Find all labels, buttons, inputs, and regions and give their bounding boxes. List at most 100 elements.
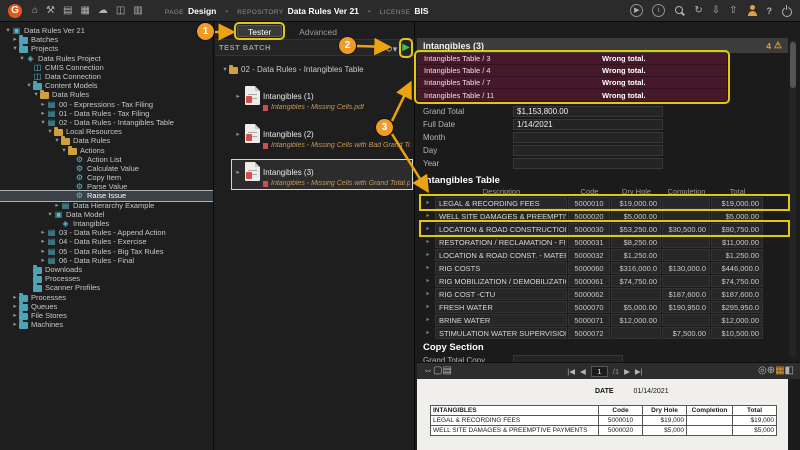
completion-cell[interactable]: $130,000.0 xyxy=(662,262,710,274)
filter-icon[interactable] xyxy=(393,42,398,56)
expander-icon[interactable] xyxy=(18,54,26,63)
dry-hole-cell[interactable]: $74,750.00 xyxy=(611,275,661,287)
tree-item[interactable]: Projects xyxy=(0,44,213,53)
prev-page-icon[interactable]: ◀ xyxy=(580,367,586,376)
expander-icon[interactable] xyxy=(46,127,54,136)
expander-icon[interactable] xyxy=(4,26,12,35)
expander-icon[interactable] xyxy=(11,320,19,329)
row-expander-icon[interactable] xyxy=(421,212,435,219)
expander-icon[interactable] xyxy=(11,35,19,44)
total-cell[interactable]: $19,000.00 xyxy=(711,197,763,209)
completion-cell[interactable]: $7,500.00 xyxy=(662,327,710,339)
expander-icon[interactable] xyxy=(32,90,40,99)
page-number-input[interactable]: 1 xyxy=(591,366,608,377)
extract-icon[interactable] xyxy=(775,364,784,378)
expander-icon[interactable] xyxy=(39,247,47,256)
refresh-icon[interactable] xyxy=(385,42,393,56)
tree-item[interactable]: CMIS Connection xyxy=(0,63,213,72)
code-cell[interactable]: 5000010 xyxy=(568,197,610,209)
expander-icon[interactable] xyxy=(39,118,47,127)
tree-item[interactable]: Content Models xyxy=(0,81,213,90)
select-icon[interactable] xyxy=(433,364,442,378)
last-page-icon[interactable]: ▶| xyxy=(635,367,643,376)
refresh-icon[interactable] xyxy=(694,4,702,18)
expander-icon[interactable] xyxy=(39,228,47,237)
info-circle-icon[interactable] xyxy=(652,4,665,17)
total-cell[interactable]: $446,000.0 xyxy=(711,262,763,274)
code-cell[interactable]: 5000020 xyxy=(568,210,610,222)
results-scrollbar[interactable] xyxy=(790,40,796,358)
total-cell[interactable]: $90,750.00 xyxy=(711,223,763,235)
upload-icon[interactable] xyxy=(729,4,737,18)
issue-row[interactable]: Intangibles Table / 7 Wrong total. xyxy=(417,77,727,89)
tree-item[interactable]: Processes xyxy=(0,292,213,301)
stores-icon[interactable] xyxy=(80,4,89,18)
dry-hole-cell[interactable]: $5,000.00 xyxy=(611,210,661,222)
year-field[interactable] xyxy=(513,158,663,169)
expander-icon[interactable]: ▸ xyxy=(234,168,242,177)
help-icon[interactable] xyxy=(767,4,773,18)
tree-item[interactable]: 00 - Expressions - Tax Filing xyxy=(0,100,213,109)
batch-folder[interactable]: 02 - Data Rules - Intangibles Table xyxy=(221,62,414,76)
row-expander-icon[interactable] xyxy=(421,251,435,258)
tree-item[interactable]: Machines xyxy=(0,320,213,329)
batch-document[interactable]: ▸ Intangibles (1) Intangibles - Missing … xyxy=(231,83,413,114)
issue-row[interactable]: Intangibles Table / 4 Wrong total. xyxy=(417,65,727,77)
expander-icon[interactable] xyxy=(39,109,47,118)
row-expander-icon[interactable] xyxy=(421,277,435,284)
scrollbar-thumb[interactable] xyxy=(790,42,796,88)
full-date-field[interactable]: 1/14/2021 xyxy=(513,119,663,130)
tree-item[interactable]: Data Rules Ver 21 xyxy=(0,26,213,35)
zoom-icon[interactable] xyxy=(758,364,767,378)
tree-item[interactable]: File Stores xyxy=(0,311,213,320)
tree-item[interactable]: 06 - Data Rules - Final xyxy=(0,256,213,265)
dry-hole-cell[interactable]: $1,250.00 xyxy=(611,249,661,261)
tree-item[interactable]: Parse Value xyxy=(0,182,213,191)
completion-cell[interactable] xyxy=(662,314,710,326)
page-value[interactable]: Design xyxy=(188,6,216,16)
description-cell[interactable]: WELL SITE DAMAGES & PREEMPTIVE PAYMENTS xyxy=(435,210,567,222)
run-test-icon[interactable] xyxy=(402,41,410,55)
expander-icon[interactable] xyxy=(11,44,19,53)
code-cell[interactable]: 5000072 xyxy=(568,327,610,339)
tree-item[interactable]: Batches xyxy=(0,35,213,44)
expander-icon[interactable] xyxy=(53,201,61,210)
expander-icon[interactable] xyxy=(221,65,229,74)
description-cell[interactable]: RIG COSTS xyxy=(435,262,567,274)
expander-icon[interactable] xyxy=(53,136,61,145)
batches-icon[interactable] xyxy=(63,4,72,18)
expander-icon[interactable]: ▸ xyxy=(234,130,242,139)
expander-icon[interactable]: ▸ xyxy=(234,92,242,101)
download-icon[interactable] xyxy=(712,4,720,18)
completion-cell[interactable] xyxy=(662,197,710,209)
description-cell[interactable]: LOCATION & ROAD CONSTRUCTION xyxy=(435,223,567,235)
code-cell[interactable]: 5000030 xyxy=(568,223,610,235)
total-cell[interactable]: $295,950.0 xyxy=(711,301,763,313)
models-icon[interactable] xyxy=(116,4,125,18)
day-field[interactable] xyxy=(513,145,663,156)
completion-cell[interactable] xyxy=(662,210,710,222)
code-cell[interactable]: 5000062 xyxy=(568,288,610,300)
fit-width-icon[interactable] xyxy=(423,364,433,378)
table-row[interactable]: RIG COSTS 5000060 $316,000.0 $130,000.0 … xyxy=(421,261,788,274)
home-icon[interactable] xyxy=(32,4,38,18)
tools-icon[interactable] xyxy=(46,4,55,18)
tree-item[interactable]: Local Resources xyxy=(0,127,213,136)
repository-value[interactable]: Data Rules Ver 21 xyxy=(288,6,359,16)
table-row[interactable]: RIG MOBILIZATION / DEMOBILIZATION 500006… xyxy=(421,274,788,287)
table-row[interactable]: STIMULATION WATER SUPERVISION 5000072 $7… xyxy=(421,326,788,339)
total-cell[interactable]: $10,500.00 xyxy=(711,327,763,339)
tree-item[interactable]: Downloads xyxy=(0,265,213,274)
row-expander-icon[interactable] xyxy=(421,199,435,206)
description-cell[interactable]: LOCATION & ROAD CONST. - MATERIALS xyxy=(435,249,567,261)
dry-hole-cell[interactable]: $19,000.00 xyxy=(611,197,661,209)
tree-item[interactable]: Calculate Value xyxy=(0,164,213,173)
tree-item[interactable]: 05 - Data Rules - Big Tax Rules xyxy=(0,247,213,256)
tree-item[interactable]: Action List xyxy=(0,155,213,164)
user-icon[interactable] xyxy=(747,4,758,17)
dry-hole-cell[interactable] xyxy=(611,327,661,339)
row-expander-icon[interactable] xyxy=(421,290,435,297)
grand-total-field[interactable]: $1,153,800.00 xyxy=(513,106,663,117)
row-expander-icon[interactable] xyxy=(421,329,435,336)
description-cell[interactable]: BRINE WATER xyxy=(435,314,567,326)
